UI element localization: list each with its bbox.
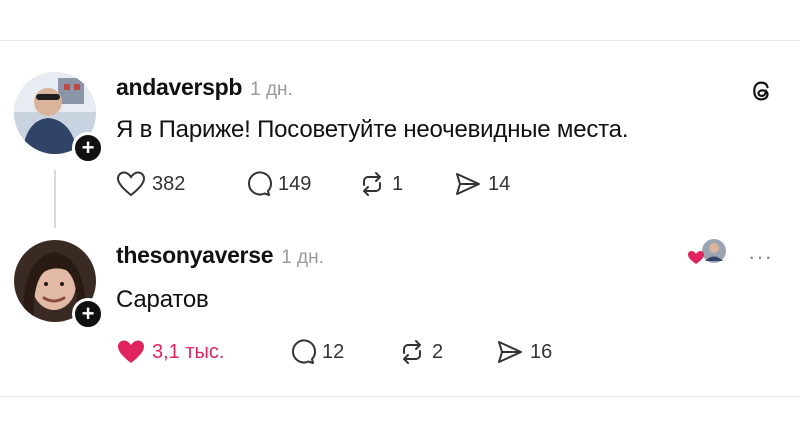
repost-count: 2 — [432, 340, 444, 363]
share-icon — [498, 341, 522, 363]
bottom-divider — [0, 396, 800, 397]
post-text: Саратов — [116, 286, 209, 313]
like-count: 382 — [152, 172, 186, 195]
reply-count: 149 — [278, 172, 312, 195]
timestamp: 1 дн. — [250, 79, 293, 100]
action-bar: 3,1 тыс. 12 2 16 — [116, 338, 552, 366]
heart-icon — [118, 340, 144, 363]
share-count: 16 — [530, 340, 553, 363]
username[interactable]: thesonyaverse — [116, 242, 274, 269]
top-divider — [0, 40, 800, 41]
repost-icon — [403, 340, 421, 364]
share-count: 14 — [488, 172, 511, 195]
share-icon — [456, 173, 480, 195]
repost-count: 1 — [392, 172, 404, 195]
post-thesonyaverse: + thesonyaverse 1 дн. ··· Саратов 3,1 ты… — [0, 238, 800, 388]
more-icon[interactable]: ··· — [748, 244, 773, 270]
comment-icon — [247, 171, 272, 196]
like-count: 3,1 тыс. — [152, 340, 225, 363]
thread-line — [54, 170, 56, 228]
follow-button[interactable]: + — [72, 132, 104, 164]
like-button[interactable]: 3,1 тыс. — [116, 338, 288, 366]
repost-icon — [363, 172, 381, 196]
heart-icon — [116, 171, 146, 197]
repost-button[interactable]: 1 — [358, 170, 454, 198]
post-text: Я в Париже! Посоветуйте неочевидные мест… — [116, 116, 629, 143]
reply-button[interactable]: 149 — [244, 170, 358, 198]
share-button[interactable]: 14 — [454, 170, 510, 198]
reply-button[interactable]: 12 — [288, 338, 398, 366]
reply-count: 12 — [322, 340, 345, 363]
post-andaverspb: + andaverspb 1 дн. Я в Париже! Посоветуй… — [0, 70, 800, 240]
username[interactable]: andaverspb — [116, 74, 242, 101]
like-button[interactable]: 382 — [116, 170, 244, 198]
action-bar: 382 149 1 14 — [116, 170, 510, 198]
liked-by-author-icon — [688, 239, 726, 264]
follow-button[interactable]: + — [72, 298, 104, 330]
threads-logo-icon — [753, 81, 769, 101]
timestamp: 1 дн. — [281, 247, 324, 268]
comment-icon — [291, 339, 316, 364]
share-button[interactable]: 16 — [496, 338, 552, 366]
repost-button[interactable]: 2 — [398, 338, 496, 366]
